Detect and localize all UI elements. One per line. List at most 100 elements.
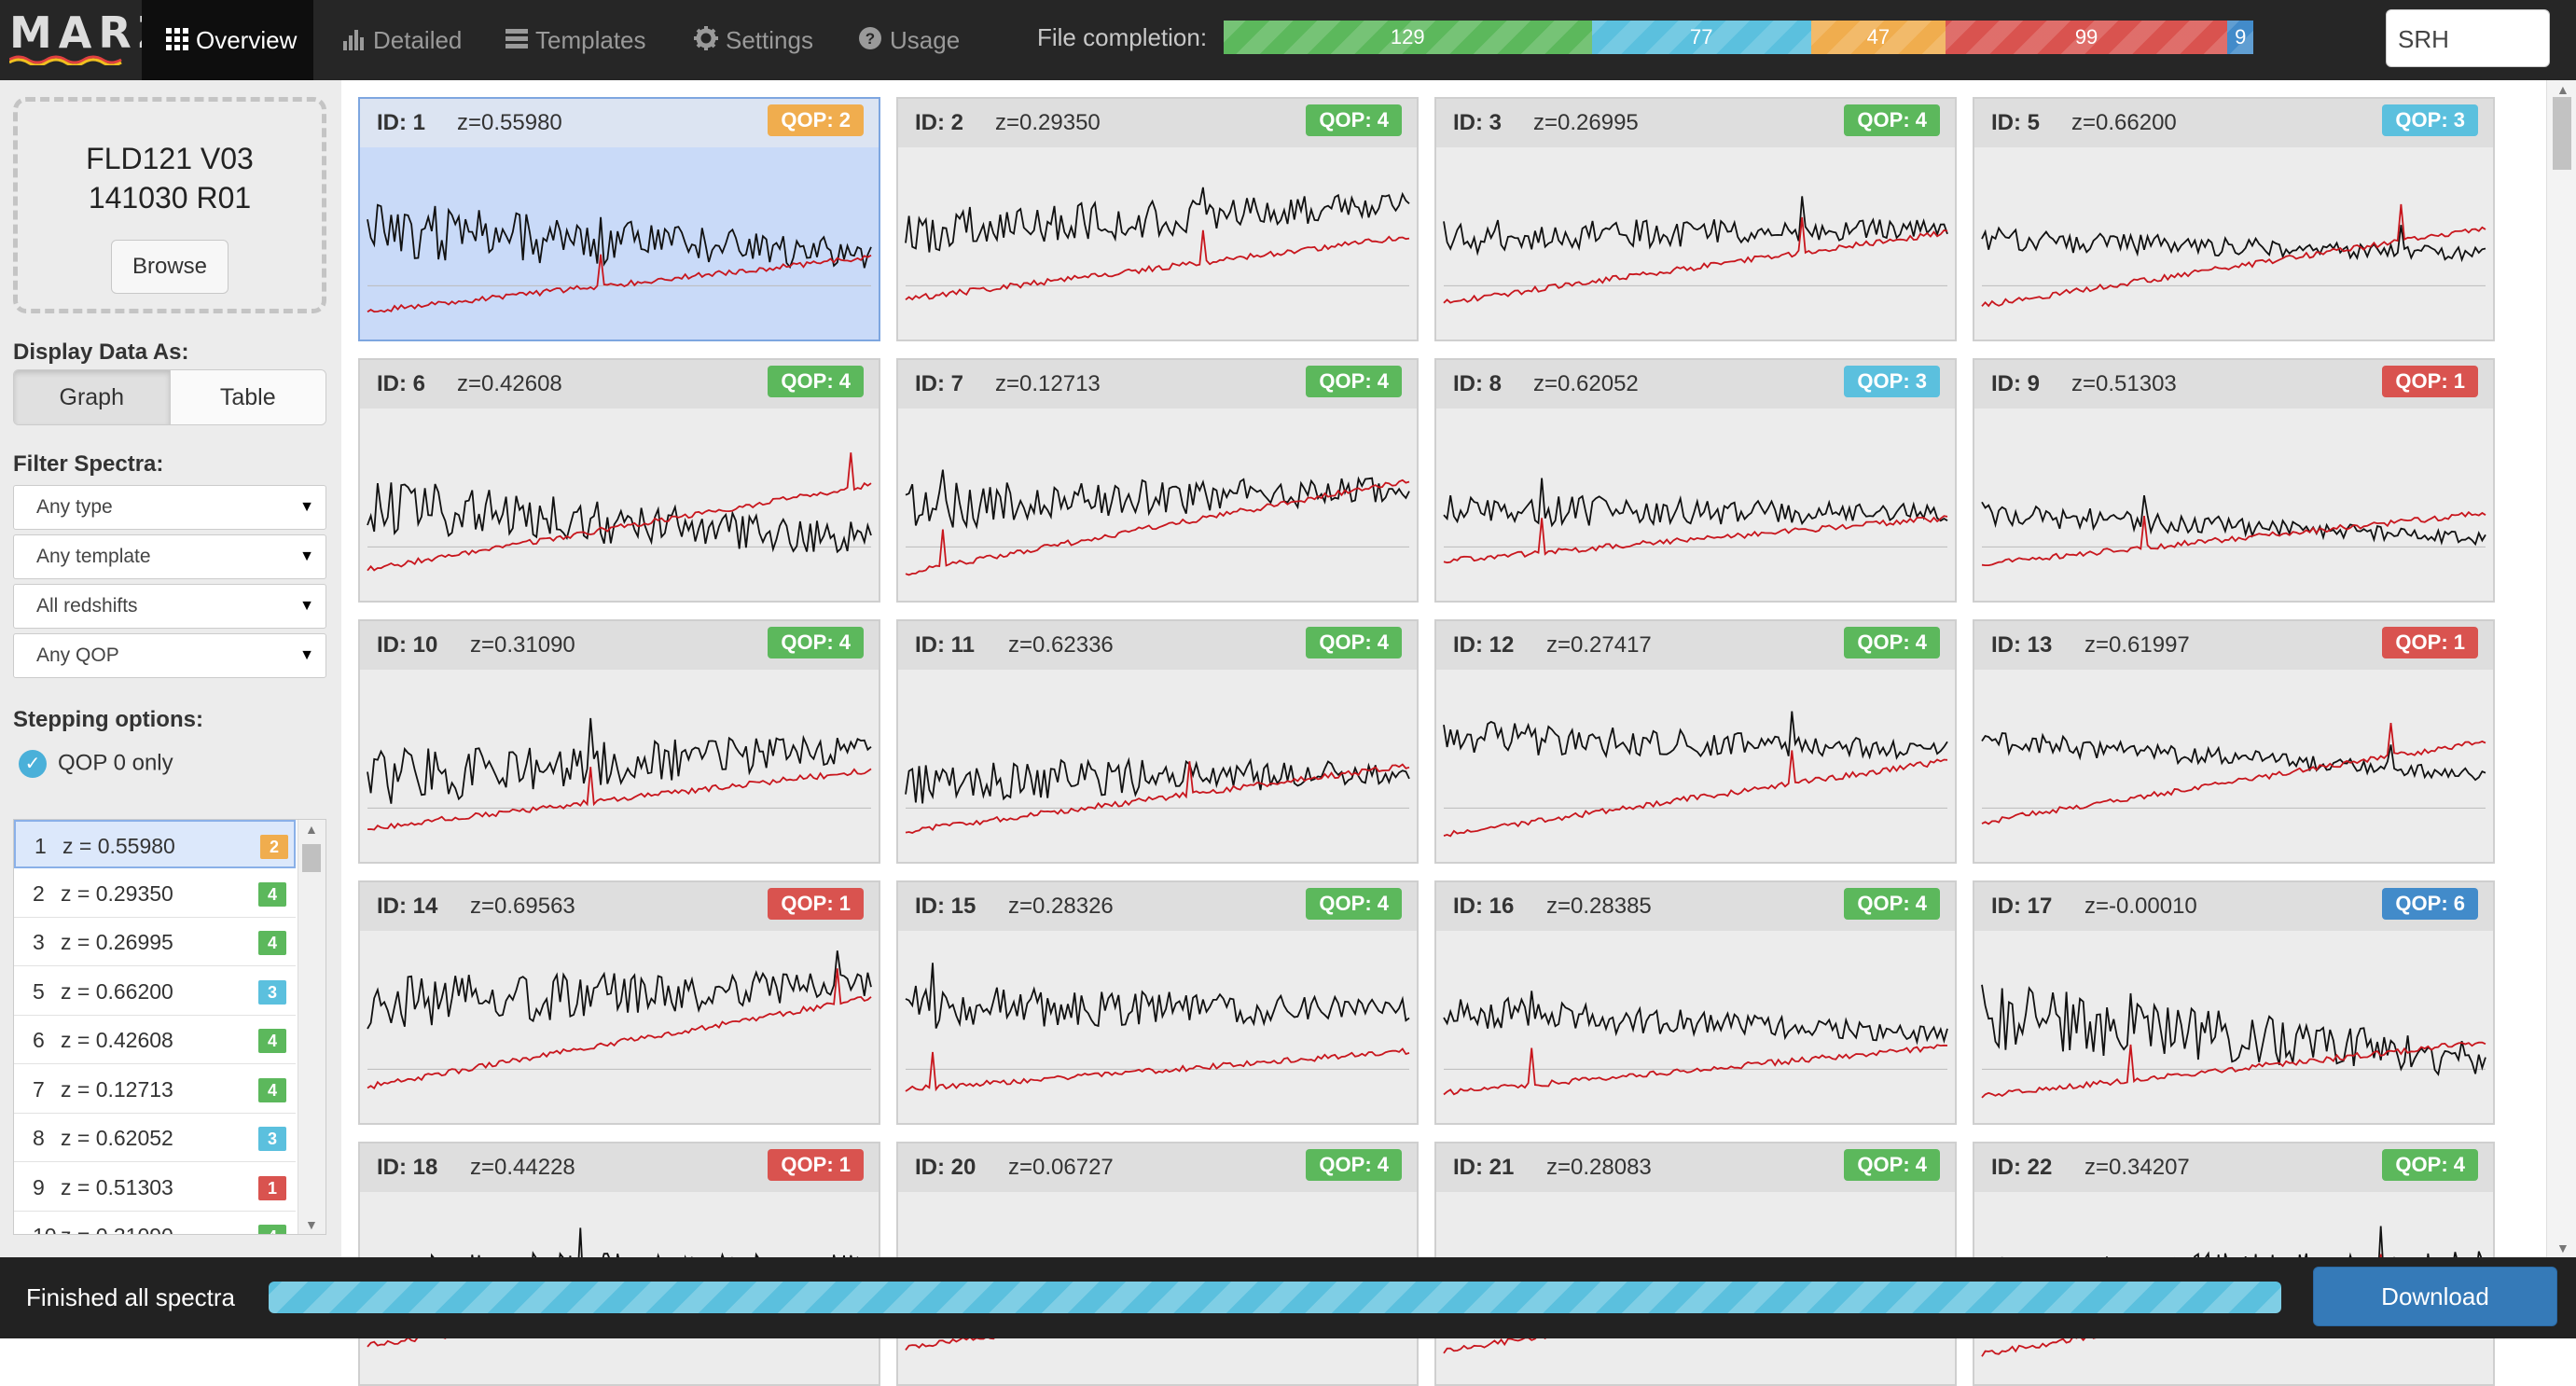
qop-badge: QOP: 2	[768, 104, 864, 136]
completion-segment: 129	[1224, 21, 1592, 54]
template-trace	[367, 452, 872, 572]
tab-detailed[interactable]: Detailed	[343, 0, 462, 80]
spectrum-card[interactable]: ID: 6 z=0.42608 QOP: 4	[358, 358, 880, 603]
spectrum-id: ID: 10	[377, 632, 438, 658]
spectrum-id: ID: 18	[377, 1155, 438, 1180]
spectrum-card[interactable]: ID: 14 z=0.69563 QOP: 1	[358, 880, 880, 1125]
main-scroll-thumb[interactable]	[2553, 97, 2571, 170]
spectrum-plot	[1981, 203, 2486, 308]
qop-badge: QOP: 4	[768, 627, 864, 658]
step-list-item[interactable]: 5 z = 0.66200 3	[14, 967, 296, 1016]
browse-button[interactable]: Browse	[111, 240, 229, 294]
spectrum-card-header: ID: 20 z=0.06727 QOP: 4	[898, 1143, 1417, 1192]
spectrum-plot	[367, 452, 872, 572]
step-list-item[interactable]: 9 z = 0.51303 1	[14, 1163, 296, 1212]
step-item-redshift: z = 0.62052	[61, 1126, 173, 1150]
spectrum-card[interactable]: ID: 17 z=-0.00010 QOP: 6	[1973, 880, 2495, 1125]
qop-badge: QOP: 4	[1844, 888, 1940, 920]
step-list-item[interactable]: 8 z = 0.62052 3	[14, 1114, 296, 1162]
qop-badge: QOP: 4	[1306, 104, 1402, 136]
display-toggle: Graph Table	[13, 369, 326, 425]
spectrum-card[interactable]: ID: 12 z=0.27417 QOP: 4	[1434, 619, 1957, 864]
scroll-down-icon[interactable]: ▼	[305, 1217, 318, 1232]
spectrum-card[interactable]: ID: 16 z=0.28385 QOP: 4	[1434, 880, 1957, 1125]
graph-button[interactable]: Graph	[14, 370, 170, 424]
completion-segment: 77	[1591, 21, 1811, 54]
step-list-scrollbar[interactable]: ▲ ▼	[298, 820, 325, 1234]
tab-settings-label: Settings	[726, 26, 813, 54]
spectrum-redshift: z=0.62336	[1008, 632, 1114, 658]
caret-down-icon: ▼	[299, 598, 314, 614]
spectrum-card[interactable]: ID: 10 z=0.31090 QOP: 4	[358, 619, 880, 864]
spectrum-card[interactable]: ID: 2 z=0.29350 QOP: 4	[896, 97, 1419, 341]
step-list-item[interactable]: 10z = 0.31090 4	[14, 1212, 296, 1234]
step-list-item[interactable]: 1 z = 0.55980 2	[14, 820, 296, 868]
spectrum-redshift: z=0.29350	[995, 110, 1101, 135]
spectrum-card[interactable]: ID: 11 z=0.62336 QOP: 4	[896, 619, 1419, 864]
file-title: FLD121 V03 141030 R01	[18, 139, 322, 217]
spectrum-plot	[1981, 494, 2486, 566]
spectrum-card[interactable]: ID: 3 z=0.26995 QOP: 4	[1434, 97, 1957, 341]
tab-settings[interactable]: Settings	[694, 0, 813, 80]
step-list-item[interactable]: 6 z = 0.42608 4	[14, 1016, 296, 1064]
spectrum-plot	[367, 950, 872, 1090]
scroll-up-icon[interactable]: ▲	[305, 822, 318, 837]
template-trace	[1443, 515, 1948, 564]
main-scrollbar[interactable]: ▲ ▼	[2546, 80, 2576, 1257]
qop-badge: QOP: 1	[2382, 627, 2478, 658]
marz-logo[interactable]: MARZ	[0, 0, 169, 80]
completion-segment: 99	[1945, 21, 2228, 54]
qop-filter-select[interactable]: Any QOP ▼	[13, 633, 326, 678]
tab-overview[interactable]: Overview	[142, 0, 313, 80]
spectrum-redshift: z=0.61997	[2084, 632, 2190, 658]
step-item-id: 9	[33, 1174, 45, 1199]
scroll-up-icon[interactable]: ▲	[2556, 82, 2569, 97]
tab-usage[interactable]: ? Usage	[858, 0, 960, 80]
spectrum-id: ID: 9	[1991, 371, 2041, 396]
search-input[interactable]: SRH	[2386, 9, 2550, 67]
spectrum-id: ID: 3	[1453, 110, 1503, 135]
file-drop-zone[interactable]: FLD121 V03 141030 R01 Browse	[13, 97, 326, 313]
template-filter-select[interactable]: Any template ▼	[13, 534, 326, 579]
spectrum-card-header: ID: 17 z=-0.00010 QOP: 6	[1974, 882, 2493, 931]
step-item-qop-badge: 4	[258, 1225, 286, 1234]
type-filter-select[interactable]: Any type ▼	[13, 485, 326, 530]
checkmark-icon: ✓	[19, 750, 47, 778]
spectrum-card[interactable]: ID: 5 z=0.66200 QOP: 3	[1973, 97, 2495, 341]
scroll-down-icon[interactable]: ▼	[2556, 1240, 2569, 1255]
spectrum-card[interactable]: ID: 9 z=0.51303 QOP: 1	[1973, 358, 2495, 603]
spectrum-card[interactable]: ID: 13 z=0.61997 QOP: 1	[1973, 619, 2495, 864]
completion-segment: 9	[2227, 21, 2253, 54]
step-list-scroll-thumb[interactable]	[302, 844, 321, 872]
file-title-line2: 141030 R01	[88, 181, 252, 215]
spectrum-card-header: ID: 2 z=0.29350 QOP: 4	[898, 99, 1417, 147]
step-list: 1 z = 0.55980 2 2 z = 0.29350 4 3 z = 0.26995 4 5…	[13, 819, 326, 1235]
download-button[interactable]: Download	[2313, 1267, 2557, 1326]
file-completion-bar: 129 77 47 99 9	[1224, 21, 2253, 54]
redshift-filter-select[interactable]: All redshifts ▼	[13, 584, 326, 629]
spectrum-card[interactable]: ID: 15 z=0.28326 QOP: 4	[896, 880, 1419, 1125]
tab-templates[interactable]: Templates	[506, 0, 646, 80]
sidebar: FLD121 V03 141030 R01 Browse Display Dat…	[0, 80, 341, 1257]
spectrum-redshift: z=0.55980	[457, 110, 562, 135]
step-list-item[interactable]: 7 z = 0.12713 4	[14, 1065, 296, 1114]
spectrum-card[interactable]: ID: 8 z=0.62052 QOP: 3	[1434, 358, 1957, 603]
status-text: Finished all spectra	[26, 1283, 235, 1311]
caret-down-icon: ▼	[299, 499, 314, 515]
spectrum-card[interactable]: ID: 1 z=0.55980 QOP: 2	[358, 97, 880, 341]
spectrum-plot	[1981, 723, 2486, 825]
step-list-item[interactable]: 2 z = 0.29350 4	[14, 869, 296, 918]
qop0-only-checkbox[interactable]: ✓ QOP 0 only	[19, 750, 173, 778]
spectrum-trace	[1981, 225, 2486, 263]
spectrum-id: ID: 12	[1453, 632, 1515, 658]
spectrum-trace	[367, 203, 872, 270]
step-item-qop-badge: 3	[258, 1127, 286, 1151]
spectrum-card[interactable]: ID: 7 z=0.12713 QOP: 4	[896, 358, 1419, 603]
template-trace	[905, 761, 1410, 834]
spectrum-id: ID: 14	[377, 894, 438, 919]
table-button[interactable]: Table	[169, 370, 325, 424]
logo-rainbow-wave-icon	[9, 55, 122, 65]
spectrum-plot	[905, 756, 1410, 834]
step-list-item[interactable]: 3 z = 0.26995 4	[14, 918, 296, 966]
step-item-id: 8	[33, 1126, 45, 1150]
